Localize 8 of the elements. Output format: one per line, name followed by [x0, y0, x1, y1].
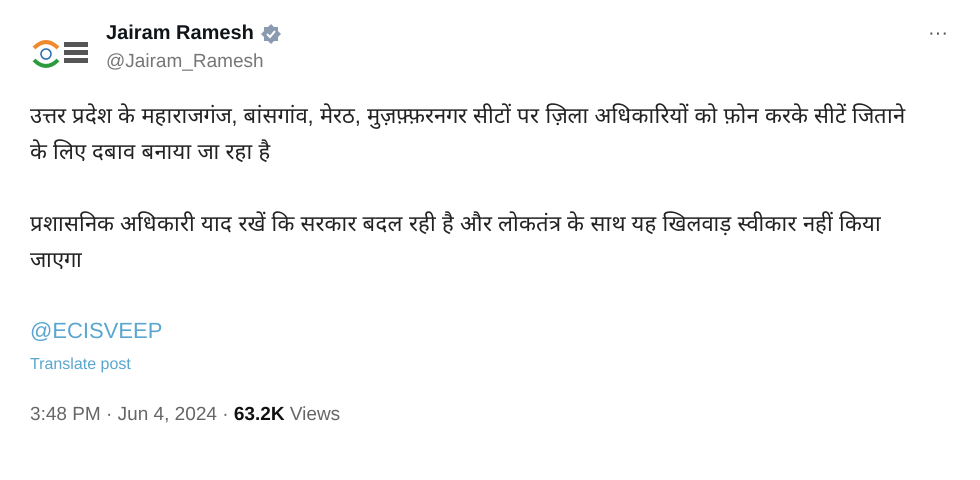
post-text: उत्तर प्रदेश के महाराजगंज, बांसगांव, मेरठ, मुज़फ़्फ़रनगर सीटों पर ज़िला अधिकारियों को फ़ोन करके सीटें जिताने के लिए दबाव बनाया जा रहा है	[30, 102, 906, 166]
mention-link[interactable]: @ECISVEEP	[30, 318, 162, 344]
post-text: प्रशासनिक अधिकारी याद रखें कि सरकार बदल रही है और लोकतंत्र के साथ यह खिलवाड़ स्वीकार नहीं किया जाएगा	[30, 210, 882, 274]
author-name[interactable]: Jairam Ramesh	[106, 22, 254, 45]
more-button[interactable]: ···	[924, 22, 952, 45]
post-meta: 3:48 PM · Jun 4, 2024 · 63.2K Views	[30, 404, 340, 426]
translate-link[interactable]: Translate post	[30, 356, 131, 374]
author-handle[interactable]: @Jairam_Ramesh	[106, 51, 910, 73]
